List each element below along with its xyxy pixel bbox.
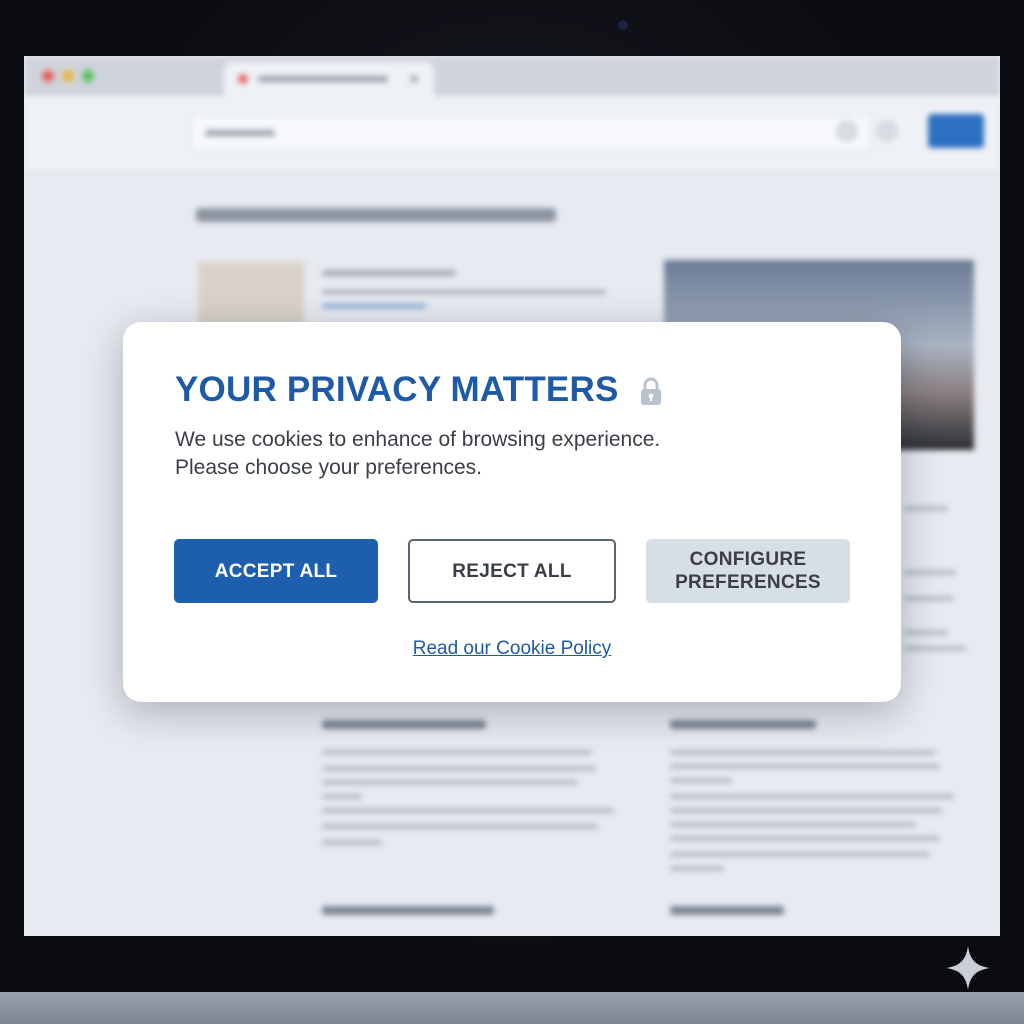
modal-message-line-2: Please choose your preferences. [175,456,483,479]
cookie-consent-modal: YOUR PRIVACY MATTERS We use cookies to e… [123,322,901,702]
text-line [670,822,916,827]
configure-label-line-2: PREFERENCES [675,572,821,593]
section-heading [322,906,494,915]
accept-all-button[interactable]: ACCEPT ALL [174,539,378,603]
text-line [322,750,592,755]
page-heading [196,208,556,222]
modal-message-line-1: We use cookies to enhance of browsing ex… [175,428,661,451]
browser-tab-strip: ✕ [24,56,1000,96]
text-line [670,808,942,813]
article-text [322,290,606,294]
text-line [904,630,948,635]
close-icon[interactable]: ✕ [408,71,420,88]
tab-title [258,76,388,82]
text-line [322,808,614,813]
article-link[interactable] [322,304,426,308]
text-line [904,506,948,511]
laptop-bezel [0,992,1024,1024]
configure-label: CONFIGURE PREFERENCES [675,548,821,594]
extension-icon[interactable] [836,120,858,142]
text-line [670,866,724,871]
text-line [670,750,936,755]
text-line [322,766,596,771]
browser-tab[interactable]: ✕ [224,62,434,96]
modal-message: We use cookies to enhance of browsing ex… [175,426,815,482]
profile-icon[interactable] [876,120,898,142]
browser-toolbar [24,96,1000,171]
section-heading [670,906,784,915]
modal-title: YOUR PRIVACY MATTERS [175,370,619,409]
toolbar-action-button[interactable] [928,114,984,148]
photo-stage: ✕ YOUR PRIVACY MATTERS We use cookies to… [0,0,1024,1024]
address-text [205,130,275,136]
section-heading [670,720,816,729]
reject-all-button[interactable]: REJECT ALL [408,539,616,603]
article-title[interactable] [322,270,456,276]
text-line [322,824,598,829]
text-line [322,794,362,799]
webcam [618,20,628,30]
text-line [670,836,940,841]
window-maximize-dot[interactable] [82,70,94,82]
section-heading [322,720,486,729]
favicon-icon [238,74,248,84]
window-minimize-dot[interactable] [62,70,74,82]
text-line [322,840,382,845]
address-bar[interactable] [190,114,872,152]
cookie-policy-link[interactable]: Read our Cookie Policy [123,638,901,660]
sparkle-icon [946,946,990,990]
configure-label-line-1: CONFIGURE [689,549,807,570]
text-line [322,780,578,785]
text-line [670,764,940,769]
lock-icon [641,377,661,405]
text-line [904,596,954,601]
text-line [670,794,954,799]
configure-preferences-button[interactable]: CONFIGURE PREFERENCES [646,539,850,603]
text-line [904,646,966,651]
window-close-dot[interactable] [42,70,54,82]
text-line [904,570,956,575]
text-line [670,778,732,783]
text-line [670,852,930,857]
